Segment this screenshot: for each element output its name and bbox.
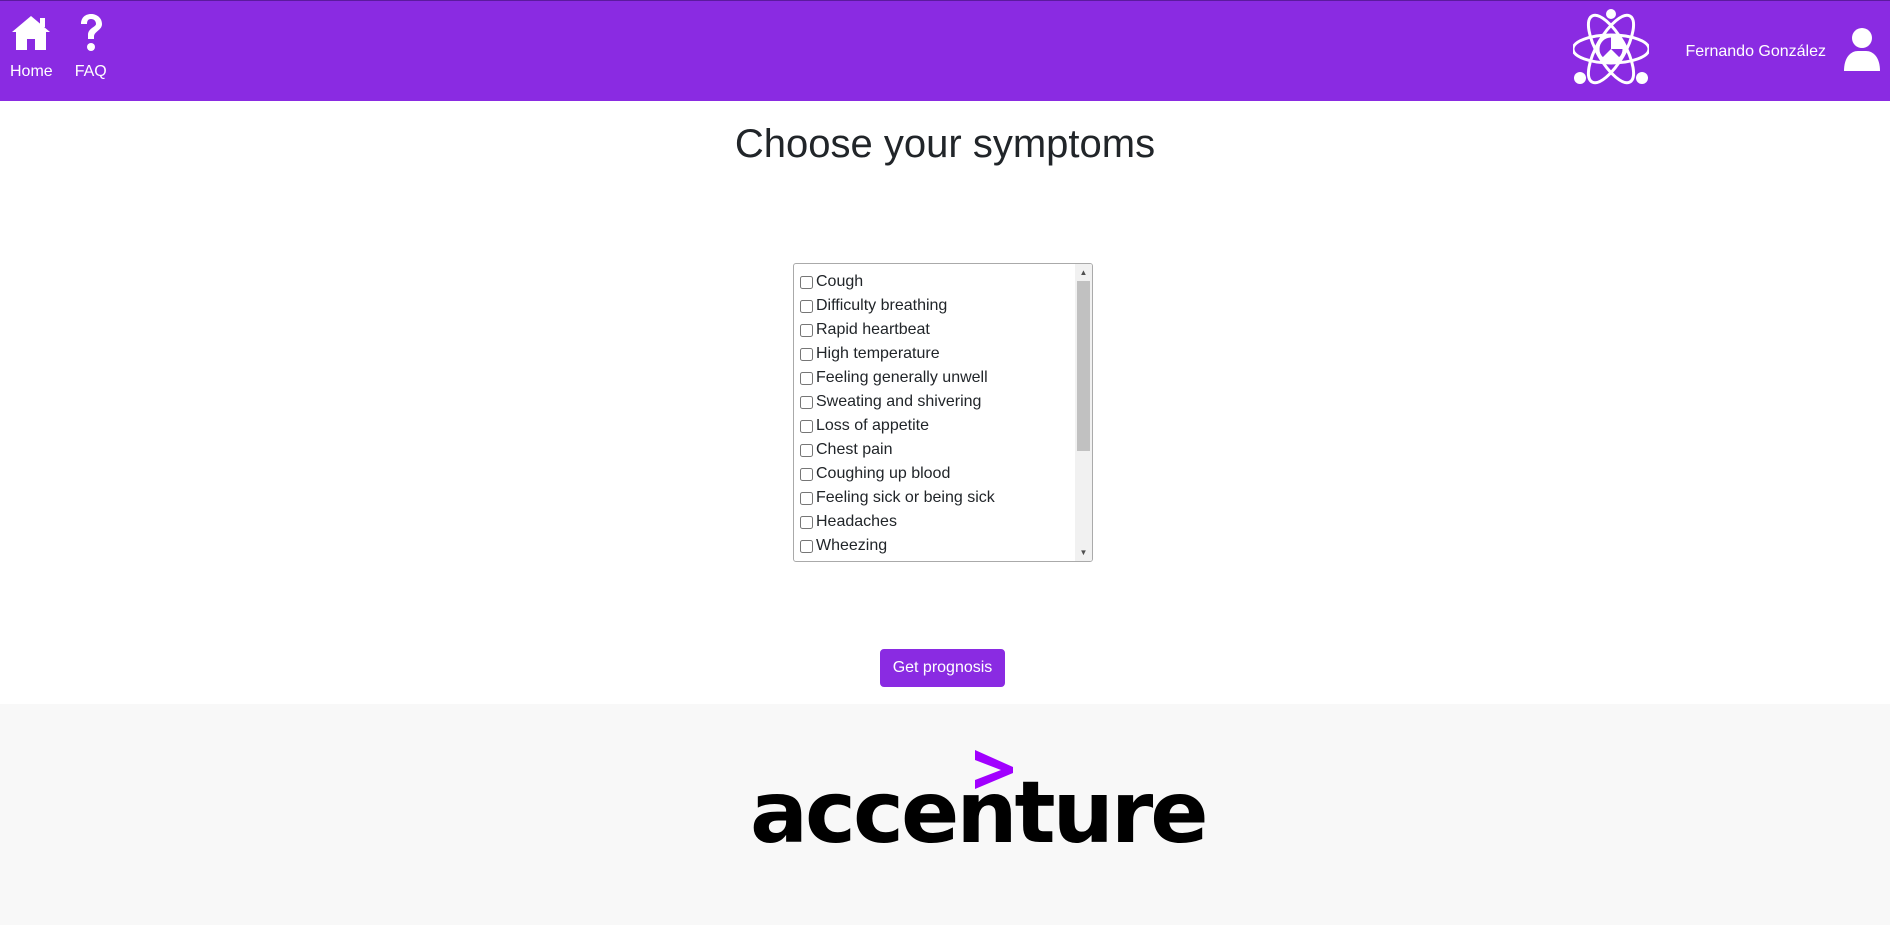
nav-faq[interactable]: FAQ: [69, 11, 113, 81]
symptom-label: Loss of appetite: [816, 417, 929, 434]
symptom-label: Feeling generally unwell: [816, 369, 988, 386]
symptom-item[interactable]: Feeling generally unwell: [800, 366, 995, 390]
user-icon[interactable]: [1842, 27, 1882, 76]
symptom-item[interactable]: Headaches: [800, 510, 995, 534]
symptom-label: Rapid heartbeat: [816, 321, 930, 338]
symptom-item[interactable]: Difficulty breathing: [800, 294, 995, 318]
symptom-item[interactable]: Loss of appetite: [800, 414, 995, 438]
footer: accenture: [0, 704, 1890, 925]
scroll-down-arrow-icon[interactable]: ▼: [1075, 544, 1092, 561]
symptom-label: Cough: [816, 273, 864, 290]
symptom-item[interactable]: Sweating and shivering: [800, 390, 995, 414]
symptom-checkbox[interactable]: [800, 323, 813, 337]
atom-chart-logo-icon[interactable]: [1571, 6, 1651, 97]
symptom-label: High temperature: [816, 345, 940, 362]
page-title: Choose your symptoms: [734, 122, 1156, 166]
symptom-checkbox[interactable]: [800, 347, 813, 361]
accenture-logo: accenture: [750, 749, 1209, 863]
symptom-checkbox[interactable]: [800, 491, 813, 505]
nav-links: Home FAQ: [4, 11, 113, 81]
symptom-label: Chest pain: [816, 441, 893, 458]
symptom-item[interactable]: High temperature: [800, 342, 995, 366]
symptom-item[interactable]: Chest pain: [800, 438, 995, 462]
symptom-list-box[interactable]: Cough Difficulty breathing Rapid heartbeat…: [793, 263, 1093, 562]
symptom-label: Feeling sick or being sick: [816, 489, 995, 506]
home-icon: [10, 11, 52, 55]
symptom-checkbox[interactable]: [800, 467, 813, 481]
symptom-item[interactable]: Coughing up blood: [800, 462, 995, 486]
nav-home-label: Home: [10, 63, 53, 80]
nav-user-area: Fernando González: [1571, 1, 1890, 102]
symptom-item[interactable]: Feeling sick or being sick: [800, 486, 995, 510]
symptom-label: Wheezing: [816, 537, 888, 554]
nav-faq-label: FAQ: [74, 63, 107, 80]
question-mark-icon: [77, 11, 105, 55]
symptom-checkbox[interactable]: [800, 275, 813, 289]
username[interactable]: Fernando González: [1685, 43, 1826, 61]
symptom-checkbox[interactable]: [800, 539, 813, 553]
symptom-list: Cough Difficulty breathing Rapid heartbeat…: [800, 270, 995, 558]
symptom-item[interactable]: Rapid heartbeat: [800, 318, 995, 342]
symptom-label: Headaches: [816, 513, 897, 530]
symptom-checkbox[interactable]: [800, 395, 813, 409]
accenture-wordmark: accenture: [750, 763, 1209, 863]
symptom-checkbox[interactable]: [800, 515, 813, 529]
symptom-item[interactable]: Cough: [800, 270, 995, 294]
symptom-label: Difficulty breathing: [816, 297, 948, 314]
symptom-checkbox[interactable]: [800, 371, 813, 385]
symptom-checkbox[interactable]: [800, 419, 813, 433]
scroll-thumb[interactable]: [1077, 281, 1090, 451]
nav-home[interactable]: Home: [4, 11, 59, 81]
symptom-checkbox[interactable]: [800, 443, 813, 457]
symptom-label: Sweating and shivering: [816, 393, 982, 410]
symptom-checkbox[interactable]: [800, 299, 813, 313]
get-prognosis-button[interactable]: Get prognosis: [880, 649, 1005, 687]
symptom-list-scrollbar[interactable]: ▲ ▼: [1075, 264, 1092, 561]
symptom-item[interactable]: Wheezing: [800, 534, 995, 558]
top-navbar: Home FAQ Fernando González: [0, 0, 1890, 101]
scroll-up-arrow-icon[interactable]: ▲: [1075, 264, 1092, 281]
symptom-label: Coughing up blood: [816, 465, 951, 482]
